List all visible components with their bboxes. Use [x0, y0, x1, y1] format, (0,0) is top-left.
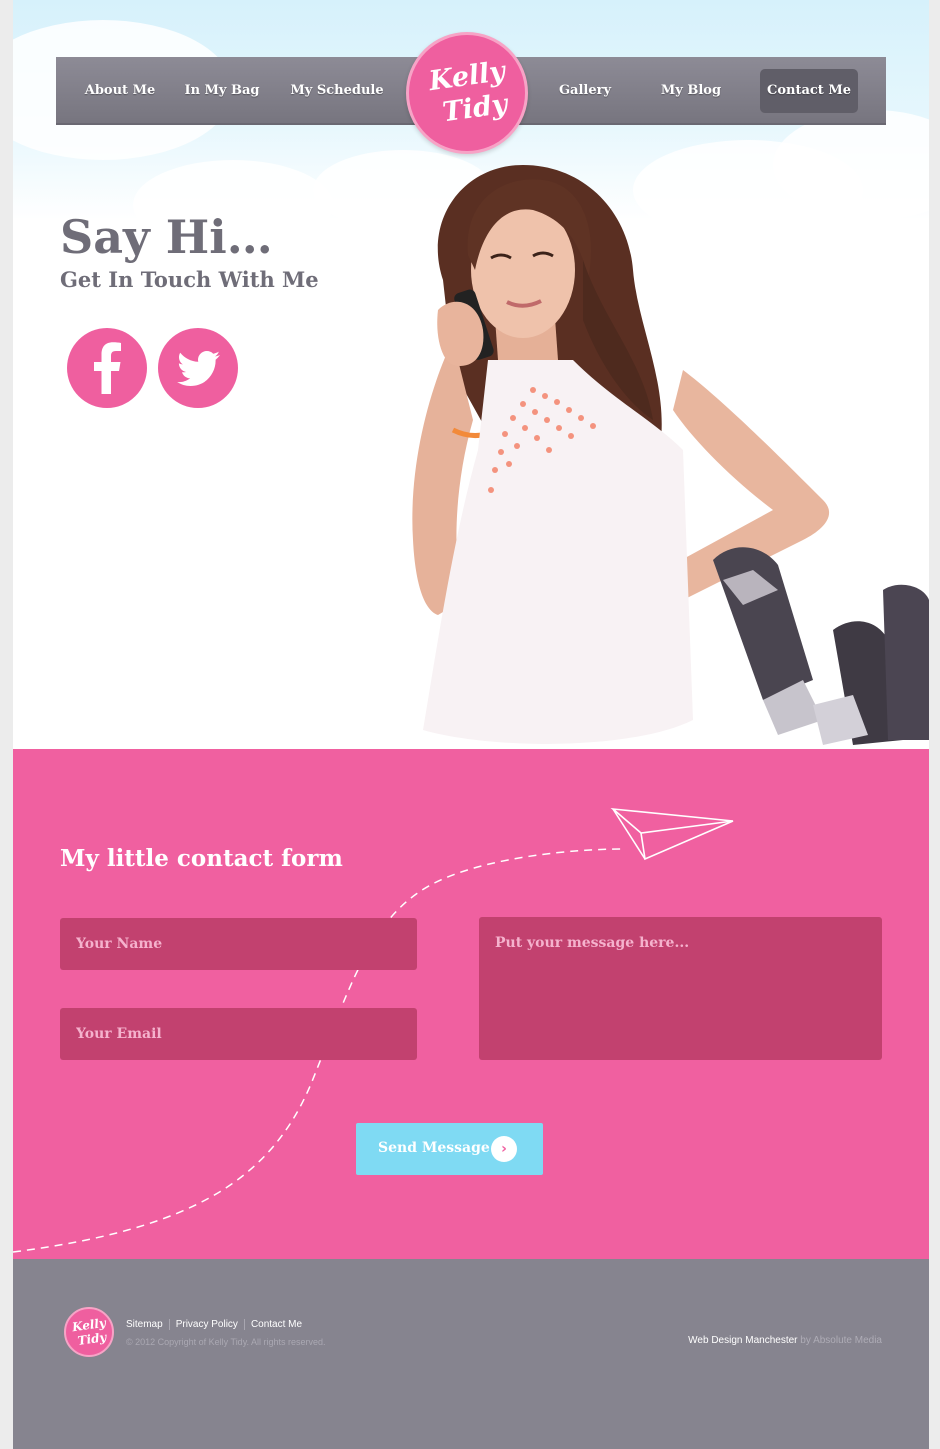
credit-link[interactable]: Web Design Manchester: [688, 1335, 797, 1346]
page: About Me In My Bag My Schedule Gallery M…: [13, 0, 929, 1449]
contact-form-title: My little contact form: [60, 845, 343, 872]
hero-subtitle: Get In Touch With Me: [60, 267, 319, 292]
twitter-button[interactable]: [158, 328, 238, 408]
facebook-button[interactable]: [67, 328, 147, 408]
nav-gallery[interactable]: Gallery: [550, 69, 620, 113]
message-textarea[interactable]: [479, 917, 882, 1060]
credit-by: by: [800, 1335, 811, 1346]
footer-links: Sitemap Privacy Policy Contact Me: [126, 1319, 308, 1330]
footer-logo[interactable]: Kelly Tidy: [64, 1307, 114, 1357]
footer-credit: Web Design Manchester by Absolute Media: [688, 1335, 882, 1346]
send-message-button[interactable]: Send Message ›: [356, 1123, 543, 1175]
contact-section: My little contact form Send Message ›: [13, 749, 929, 1259]
nav-about-me[interactable]: About Me: [78, 69, 162, 113]
footer: Kelly Tidy Sitemap Privacy Policy Contact …: [13, 1259, 929, 1449]
nav-in-my-bag[interactable]: In My Bag: [182, 69, 262, 113]
arrow-right-icon: ›: [491, 1136, 517, 1162]
facebook-icon: [94, 342, 121, 394]
footer-link-sitemap[interactable]: Sitemap: [126, 1319, 169, 1330]
email-input[interactable]: [60, 1008, 417, 1060]
hero-title: Say Hi…: [60, 210, 273, 264]
send-message-label: Send Message: [378, 1140, 490, 1156]
nav-my-blog[interactable]: My Blog: [656, 69, 726, 113]
site-logo[interactable]: Kelly Tidy: [406, 32, 528, 154]
hero-photo: [412, 165, 929, 745]
footer-link-privacy-policy[interactable]: Privacy Policy: [168, 1319, 244, 1330]
twitter-icon: [177, 351, 220, 386]
name-input[interactable]: [60, 918, 417, 970]
nav-contact-me[interactable]: Contact Me: [760, 69, 858, 113]
nav-my-schedule[interactable]: My Schedule: [288, 69, 386, 113]
footer-link-contact-me[interactable]: Contact Me: [243, 1319, 308, 1330]
credit-company-link[interactable]: Absolute Media: [813, 1335, 882, 1346]
paper-plane-icon: [610, 807, 734, 861]
copyright-text: © 2012 Copyright of Kelly Tidy. All righ…: [126, 1337, 326, 1347]
